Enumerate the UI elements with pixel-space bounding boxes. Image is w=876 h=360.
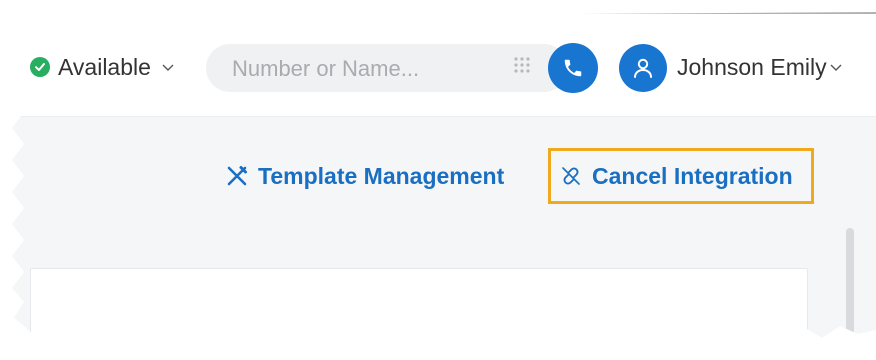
template-management-label: Template Management bbox=[258, 162, 505, 189]
call-button[interactable] bbox=[548, 43, 598, 93]
search-input[interactable] bbox=[230, 44, 504, 94]
scrollbar[interactable] bbox=[846, 228, 854, 338]
presence-status-dropdown[interactable]: Available bbox=[30, 54, 175, 80]
unlink-icon bbox=[562, 167, 580, 185]
screenshot-stage: Available Johnson Emily bbox=[0, 0, 876, 352]
user-icon bbox=[634, 58, 652, 78]
cancel-integration-button[interactable]: Cancel Integration bbox=[560, 160, 793, 192]
chevron-down-icon bbox=[830, 64, 842, 71]
presence-status-label: Available bbox=[58, 53, 151, 80]
template-management-button[interactable]: Template Management bbox=[226, 160, 504, 192]
user-name: Johnson Emily bbox=[677, 53, 827, 80]
cancel-integration-label: Cancel Integration bbox=[592, 162, 793, 189]
check-circle-icon bbox=[30, 57, 50, 77]
tools-icon bbox=[227, 166, 247, 186]
chevron-down-icon bbox=[162, 64, 174, 71]
avatar[interactable] bbox=[619, 44, 667, 92]
user-menu[interactable]: Johnson Emily bbox=[677, 54, 843, 80]
torn-screenshot: Available Johnson Emily bbox=[12, 12, 876, 338]
content-card bbox=[30, 268, 808, 338]
dialpad-icon[interactable] bbox=[512, 56, 532, 76]
phone-icon bbox=[564, 59, 582, 77]
